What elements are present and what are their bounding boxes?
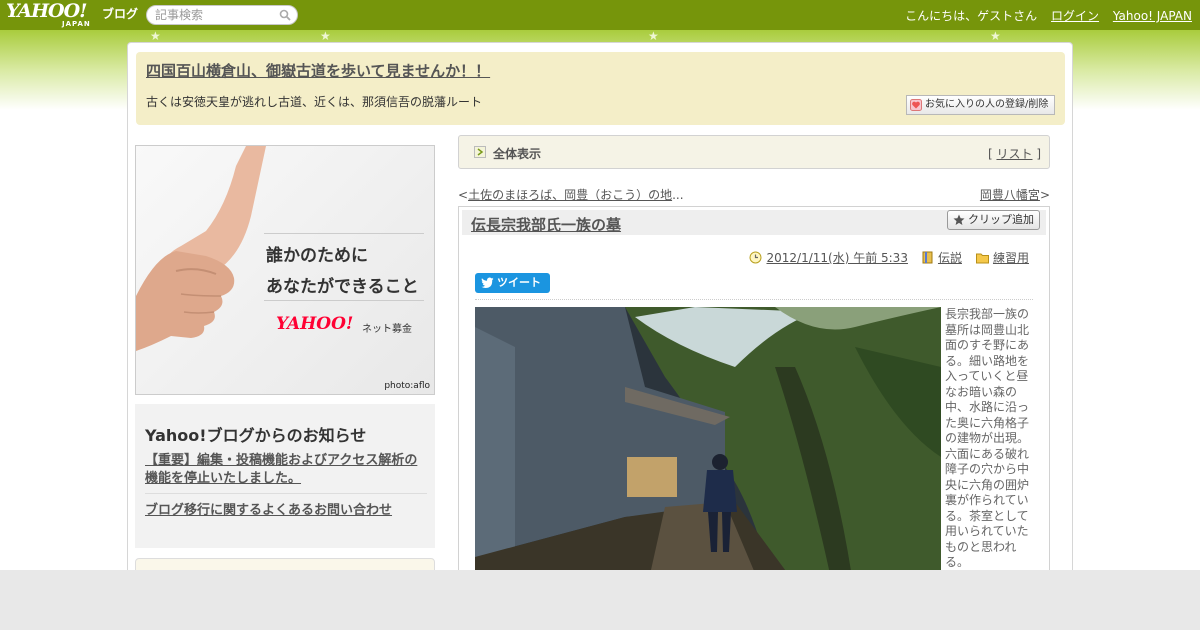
notice-heading: Yahoo!ブログからのお知らせ — [145, 426, 367, 445]
login-link[interactable]: ログイン — [1051, 9, 1099, 23]
clip-button-label: クリップ追加 — [968, 213, 1034, 226]
article: 伝長宗我部氏一族の墓 クリップ追加 2012/1/11(水) 午前 5:33 伝… — [458, 206, 1050, 597]
favorite-button-label: お気に入りの人の登録/削除 — [925, 99, 1049, 110]
next-article-nav: 岡豊八幡宮> — [980, 186, 1050, 203]
search-input[interactable] — [155, 8, 275, 22]
greeting-text: こんにちは、ゲストさん — [905, 9, 1038, 23]
ad-headline-1: 誰かのために — [266, 246, 368, 266]
logo-blog: ブログ — [102, 7, 139, 21]
category-link-1[interactable]: 伝説 — [938, 249, 962, 266]
heart-icon — [910, 99, 922, 111]
arrow-right-icon — [474, 146, 486, 158]
book-icon — [922, 251, 933, 264]
helping-hands-image — [136, 146, 266, 351]
list-view: [ リスト ] — [988, 145, 1041, 162]
article-body: 長宗我部一族の墓所は岡豊山北面のすそ野にある。細い路地を入っていくと昼なお暗い森… — [945, 307, 1030, 569]
prev-article-nav: <土佐のまほろば、岡豊（おこう）の地... — [458, 186, 684, 203]
logo-main: YAHOO! — [6, 0, 87, 22]
star-icon — [953, 214, 965, 225]
forest-path-image — [475, 307, 941, 597]
next-symbol: > — [1039, 188, 1050, 202]
blog-description: 古くは安徳天皇が逃れし古道、近くは、那須信吾の脱藩ルート — [146, 95, 483, 109]
list-bracket-close: ] — [1036, 147, 1041, 161]
ad-yahoo-logo: YAHOO! — [276, 314, 354, 334]
notice-link-important[interactable]: 【重要】編集・投稿機能およびアクセス解析の機能を停止いたしました。 — [145, 452, 427, 488]
prev-article-link[interactable]: 土佐のまほろば、岡豊（おこう）の地 — [468, 188, 672, 202]
list-bracket-open: [ — [987, 147, 993, 161]
view-bar: 全体表示 [ リスト ] — [458, 135, 1050, 169]
notice-panel: Yahoo!ブログからのお知らせ 【重要】編集・投稿機能およびアクセス解析の機能… — [135, 404, 435, 548]
charity-ad-banner[interactable]: 誰かのために あなたができること YAHOO! ネット募金 photo:aflo — [135, 145, 435, 395]
ad-photo-credit: photo:aflo — [384, 381, 430, 391]
article-photo[interactable] — [475, 307, 941, 597]
clip-button[interactable]: クリップ追加 — [947, 210, 1040, 230]
folder-icon — [975, 253, 989, 263]
category-link-2[interactable]: 練習用 — [993, 249, 1029, 266]
ad-divider — [264, 300, 424, 301]
blog-header: 四国百山横倉山、御嶽古道を歩いて見ませんか！！ 古くは安徳天皇が逃れし古道、近く… — [136, 52, 1065, 125]
yahoo-blog-logo[interactable]: YAHOO! JAPAN ブログ — [6, 0, 138, 29]
top-bar: YAHOO! JAPAN ブログ こんにちは、ゲストさん ログイン Yahoo!… — [0, 0, 1200, 30]
notice-link-faq[interactable]: ブログ移行に関するよくあるお問い合わせ — [145, 499, 392, 518]
view-all-label[interactable]: 全体表示 — [493, 145, 541, 162]
logo-sub: JAPAN — [62, 20, 91, 28]
next-article-link[interactable]: 岡豊八幡宮 — [980, 188, 1040, 202]
list-link[interactable]: リスト — [996, 147, 1032, 161]
prev-symbol: < — [458, 188, 469, 202]
favorite-button[interactable]: お気に入りの人の登録/削除 — [906, 95, 1055, 115]
article-title[interactable]: 伝長宗我部氏一族の墓 — [471, 214, 621, 235]
star-decoration-icon: ★ — [990, 29, 1001, 43]
ad-divider — [264, 233, 424, 234]
dotted-divider — [475, 299, 1033, 300]
yahoo-japan-link[interactable]: Yahoo! JAPAN — [1113, 9, 1192, 23]
star-decoration-icon: ★ — [320, 29, 331, 43]
blog-title[interactable]: 四国百山横倉山、御嶽古道を歩いて見ませんか！！ — [146, 60, 490, 81]
tweet-button[interactable]: ツイート — [475, 273, 550, 293]
clock-icon — [749, 251, 762, 264]
tweet-label: ツイート — [497, 276, 541, 289]
ad-subtitle: ネット募金 — [362, 324, 412, 335]
footer-area — [0, 570, 1200, 630]
notice-divider — [145, 493, 427, 494]
article-header: 伝長宗我部氏一族の墓 クリップ追加 — [462, 210, 1046, 235]
article-meta: 2012/1/11(水) 午前 5:33 伝説 練習用 — [749, 249, 1029, 266]
star-decoration-icon: ★ — [648, 29, 659, 43]
search-icon[interactable] — [279, 9, 291, 21]
prev-ellipsis: ... — [672, 188, 684, 202]
twitter-bird-icon — [481, 277, 494, 288]
ad-headline-2: あなたができること — [266, 277, 419, 297]
search-box — [146, 5, 298, 25]
star-decoration-icon: ★ — [150, 29, 161, 43]
article-date-link[interactable]: 2012/1/11(水) 午前 5:33 — [766, 249, 907, 266]
top-links: こんにちは、ゲストさん ログイン Yahoo! JAPAN — [895, 7, 1192, 24]
